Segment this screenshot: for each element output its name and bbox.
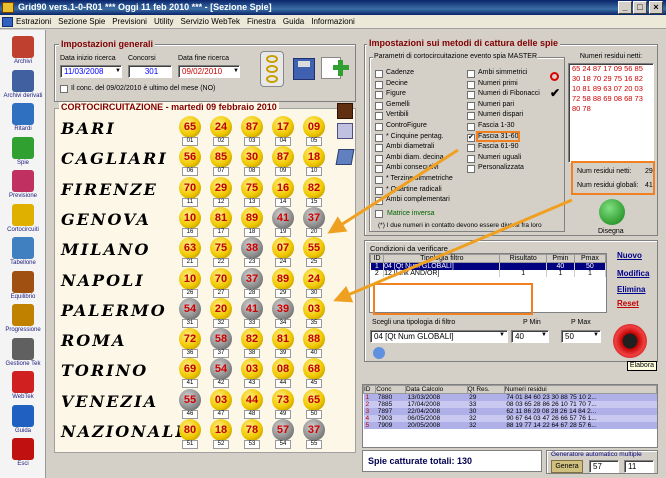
annotation-arrows xyxy=(327,148,573,303)
arrow-1 xyxy=(327,148,459,234)
arrow-2 xyxy=(333,198,573,303)
